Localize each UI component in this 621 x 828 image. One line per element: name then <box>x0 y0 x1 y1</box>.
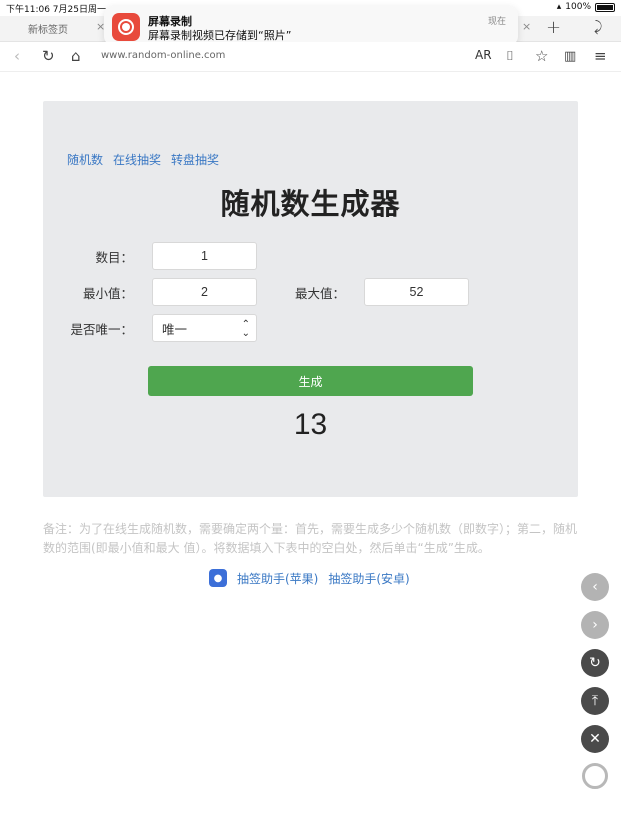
address-bar: ‹ ↻ ⌂ www.random-online.com AR ⌷ ☆ ▥ ≡ <box>0 42 621 72</box>
unique-select[interactable]: 唯一 ⌃ ⌄ <box>152 314 257 342</box>
url-field[interactable]: www.random-online.com <box>101 50 225 61</box>
note-text: 备注：为了在线生成随机数，需要确定两个量：首先，需要生成多少个随机数（即数字）；… <box>43 522 578 555</box>
star-icon[interactable]: ☆ <box>535 47 548 65</box>
close-tab-icon[interactable]: × <box>522 20 531 33</box>
wifi-icon: ▴ <box>556 2 562 12</box>
notification-body: 屏幕录制视频已存储到“照片” <box>148 29 292 42</box>
count-label: 数目： <box>95 250 133 265</box>
count-input[interactable]: 1 <box>152 242 257 270</box>
ar-button[interactable]: AR <box>475 48 492 62</box>
helper-ios-link[interactable]: 抽签助手(苹果) <box>237 570 318 587</box>
back-icon[interactable]: ‹ <box>14 47 20 65</box>
close-icon[interactable]: ✕ <box>581 725 609 753</box>
undo-icon[interactable]: ⤸ <box>594 19 602 35</box>
unique-label: 是否唯一： <box>70 322 133 337</box>
result-value: 13 <box>293 408 328 441</box>
circle-button-icon[interactable] <box>582 763 608 789</box>
min-label: 最小值： <box>82 286 133 301</box>
link-wheel-lottery[interactable]: 转盘抽奖 <box>171 151 219 168</box>
reload-icon[interactable]: ↻ <box>42 47 55 65</box>
next-page-icon[interactable]: › <box>581 611 609 639</box>
prev-page-icon[interactable]: ‹ <box>581 573 609 601</box>
min-input[interactable]: 2 <box>152 278 257 306</box>
link-online-lottery[interactable]: 在线抽奖 <box>113 151 161 168</box>
link-random-number[interactable]: 随机数 <box>67 151 103 168</box>
nav-links: 随机数 在线抽奖 转盘抽奖 <box>67 151 219 168</box>
unique-select-value: 唯一 <box>162 322 188 337</box>
helper-android-link[interactable]: 抽签助手(安卓) <box>328 570 409 587</box>
page-title: 随机数生成器 <box>220 187 401 221</box>
random-generator-card: 随机数 在线抽奖 转盘抽奖 随机数生成器 数目： 1 最小值： 2 最大值： 5… <box>43 101 578 497</box>
refresh-icon[interactable]: ↻ <box>581 649 609 677</box>
screen-recording-notification[interactable]: 屏幕录制 屏幕录制视频已存储到“照片” 现在 <box>104 6 518 46</box>
generate-button[interactable]: 生成 <box>148 366 473 396</box>
book-icon[interactable]: ▥ <box>564 49 576 64</box>
scroll-top-icon[interactable]: ⤒ <box>581 687 609 715</box>
select-arrows-icon: ⌃ ⌄ <box>241 319 250 339</box>
helper-links: ● 抽签助手(苹果) 抽签助手(安卓) <box>209 569 410 587</box>
screen-record-icon <box>112 13 140 41</box>
notification-time: 现在 <box>487 17 506 27</box>
home-icon[interactable]: ⌂ <box>71 47 81 65</box>
menu-icon[interactable]: ≡ <box>594 47 607 65</box>
add-tab-icon[interactable]: + <box>546 17 561 38</box>
battery-icon <box>595 2 615 12</box>
status-time: 下午11:06 7月25日周一 <box>6 5 106 15</box>
status-right: ▴ 100% <box>557 2 615 12</box>
max-label: 最大值： <box>294 286 345 301</box>
max-input[interactable]: 52 <box>364 278 469 306</box>
scan-icon[interactable]: ⌷ <box>506 49 514 64</box>
tab-new[interactable]: 新标签页 <box>28 21 68 36</box>
app-icon: ● <box>209 569 227 587</box>
battery-percent: 100% <box>565 2 591 12</box>
